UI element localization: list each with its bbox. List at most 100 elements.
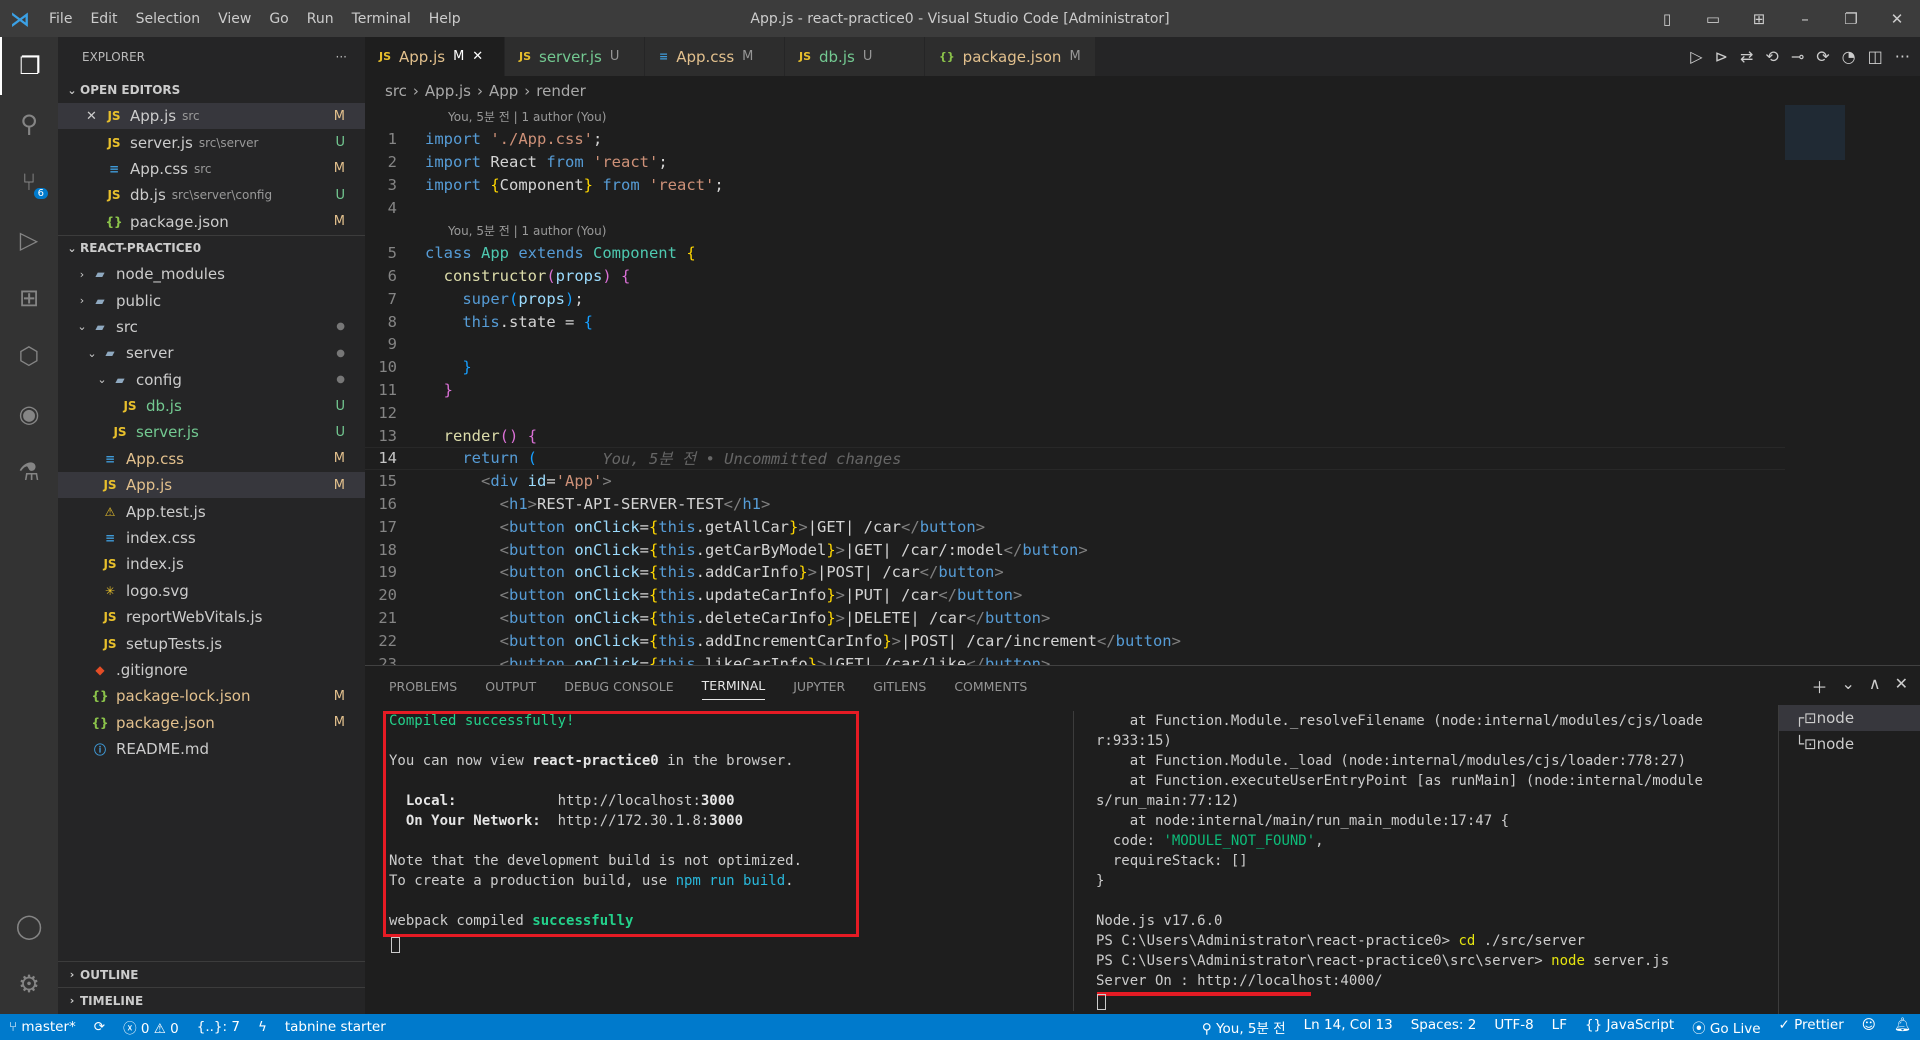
terminal-right[interactable]: at Function.Module._resolveFilename (nod… bbox=[1096, 711, 1703, 991]
file-item[interactable]: JS App.js M bbox=[58, 472, 365, 499]
toggle-sidebar-icon[interactable]: ▯ bbox=[1644, 10, 1690, 28]
open-editors-section[interactable]: ⌄ OPEN EDITORS bbox=[58, 77, 365, 103]
open-editor-item[interactable]: JS db.js src\server\config U bbox=[58, 182, 365, 208]
breadcrumb-item[interactable]: src bbox=[385, 82, 407, 100]
tab-App-js[interactable]: JS App.js M ✕ bbox=[365, 37, 505, 76]
folder-item[interactable]: › ▰ public bbox=[58, 287, 365, 313]
open-editor-item[interactable]: ✕ JS App.js src M bbox=[58, 103, 365, 130]
close-panel-icon[interactable]: ✕ bbox=[1895, 674, 1908, 698]
eol[interactable]: LF bbox=[1543, 1017, 1576, 1037]
split-editor-icon[interactable]: ◫ bbox=[1868, 47, 1883, 66]
close-window-button[interactable]: ✕ bbox=[1874, 10, 1920, 28]
encoding[interactable]: UTF-8 bbox=[1485, 1017, 1542, 1037]
folder-item[interactable]: ⌄ ▰ src ● bbox=[58, 314, 365, 340]
account-icon[interactable]: ◯ bbox=[0, 897, 58, 955]
menu-selection[interactable]: Selection bbox=[127, 11, 210, 27]
timeline-section[interactable]: › TIMELINE bbox=[58, 987, 365, 1013]
tab-server-js[interactable]: JS server.js U bbox=[505, 37, 645, 76]
go-live-button[interactable]: ⦿ Go Live bbox=[1683, 1017, 1769, 1037]
timeline-icon[interactable]: ◔ bbox=[1842, 47, 1856, 66]
extensions-icon[interactable]: ⊞ bbox=[0, 269, 58, 327]
branch-item[interactable]: ⑂ master* bbox=[0, 1019, 85, 1035]
outline-section[interactable]: › OUTLINE bbox=[58, 961, 365, 987]
compare-changes-icon[interactable]: ⇄ bbox=[1740, 47, 1753, 66]
terminal-dropdown-icon[interactable]: ⌄ bbox=[1841, 674, 1854, 698]
feedback-icon[interactable]: ☺ bbox=[1853, 1017, 1885, 1037]
tab-package-json[interactable]: {} package.json M bbox=[925, 37, 1096, 76]
notifications-bell-icon[interactable]: 🔔︎ bbox=[1885, 1017, 1920, 1037]
file-item[interactable]: ≡ App.css M bbox=[58, 446, 365, 472]
file-item[interactable]: JS reportWebVitals.js bbox=[58, 604, 365, 630]
git-previous-icon[interactable]: ⟲ bbox=[1765, 47, 1778, 66]
settings-gear-icon[interactable]: ⚙ bbox=[0, 955, 58, 1013]
restore-button[interactable]: ❐ bbox=[1828, 10, 1874, 28]
search-icon[interactable]: ⚲ bbox=[0, 95, 58, 153]
prettier-item[interactable]: ✓ Prettier bbox=[1770, 1017, 1853, 1037]
breadcrumb-item[interactable]: App.js bbox=[425, 82, 471, 100]
menu-view[interactable]: View bbox=[209, 11, 260, 27]
remote-icon[interactable]: ⬡ bbox=[0, 327, 58, 385]
run-icon[interactable]: ▷ bbox=[1690, 47, 1702, 66]
tab-terminal[interactable]: TERMINAL bbox=[701, 678, 766, 700]
source-control-icon[interactable]: ⑂ 6 bbox=[0, 153, 58, 211]
tab-problems[interactable]: PROBLEMS bbox=[389, 679, 457, 694]
indentation[interactable]: Spaces: 2 bbox=[1402, 1017, 1486, 1037]
file-item[interactable]: {} package-lock.json M bbox=[58, 683, 365, 709]
testing-icon[interactable]: ⚗ bbox=[0, 443, 58, 501]
close-icon[interactable]: ✕ bbox=[86, 109, 104, 124]
file-item[interactable]: ◆ .gitignore bbox=[58, 657, 365, 683]
git-commit-icon[interactable]: ⊸ bbox=[1791, 47, 1804, 66]
gitlens-icon[interactable]: ◉ bbox=[0, 385, 58, 443]
minimap[interactable] bbox=[1785, 105, 1905, 165]
problems-item[interactable]: ⓧ 0 ⚠ 0 bbox=[114, 1017, 188, 1037]
menu-go[interactable]: Go bbox=[260, 11, 297, 27]
tab-jupyter[interactable]: JUPYTER bbox=[793, 679, 845, 694]
file-item[interactable]: JS setupTests.js bbox=[58, 630, 365, 656]
open-editor-item[interactable]: {} package.json M bbox=[58, 209, 365, 235]
open-editor-item[interactable]: ≡ App.css src M bbox=[58, 156, 365, 182]
run-debug-icon[interactable]: ▷ bbox=[0, 211, 58, 269]
codelens-author[interactable]: You, 5분 전 | 1 author (You) bbox=[365, 105, 1785, 128]
file-item[interactable]: ⚠ App.test.js bbox=[58, 498, 365, 524]
file-item[interactable]: ⓘ README.md bbox=[58, 736, 365, 762]
close-tab-icon[interactable]: ✕ bbox=[472, 49, 483, 64]
cursor-position[interactable]: Ln 14, Col 13 bbox=[1295, 1017, 1402, 1037]
menu-file[interactable]: File bbox=[40, 11, 81, 27]
breadcrumb-item[interactable]: render bbox=[536, 82, 586, 100]
file-item[interactable]: {} package.json M bbox=[58, 710, 365, 736]
file-item[interactable]: ✳ logo.svg bbox=[58, 578, 365, 604]
tabnine-item[interactable]: tabnine starter bbox=[276, 1019, 395, 1035]
tab-output[interactable]: OUTPUT bbox=[485, 679, 536, 694]
folder-item[interactable]: › ▰ node_modules bbox=[58, 261, 365, 287]
maximize-panel-icon[interactable]: ∧ bbox=[1869, 674, 1881, 698]
file-item[interactable]: JS db.js U bbox=[58, 393, 365, 419]
folder-item[interactable]: ⌄ ▰ server ● bbox=[58, 340, 365, 366]
lightning-icon[interactable]: ϟ bbox=[249, 1019, 276, 1035]
git-next-icon[interactable]: ⟳ bbox=[1816, 47, 1829, 66]
blame-item[interactable]: ⚲ You, 5분 전 bbox=[1193, 1017, 1295, 1037]
language-mode[interactable]: {} JavaScript bbox=[1576, 1017, 1683, 1037]
file-item[interactable]: ≡ index.css bbox=[58, 525, 365, 551]
breadcrumb-item[interactable]: App bbox=[489, 82, 518, 100]
code-editor[interactable]: You, 5분 전 | 1 author (You) 1 import './App… bbox=[365, 105, 1785, 665]
file-item[interactable]: JS server.js U bbox=[58, 419, 365, 445]
menu-help[interactable]: Help bbox=[420, 11, 470, 27]
run-debug-icon[interactable]: ⊳ bbox=[1715, 47, 1728, 66]
minimize-button[interactable]: – bbox=[1782, 10, 1828, 28]
codelens-author[interactable]: You, 5분 전 | 1 author (You) bbox=[365, 219, 1785, 242]
terminal-instance[interactable]: ┌⊡ node bbox=[1779, 705, 1920, 731]
tab-db-js[interactable]: JS db.js U bbox=[785, 37, 925, 76]
more-icon[interactable]: ··· bbox=[1895, 47, 1910, 66]
menu-terminal[interactable]: Terminal bbox=[343, 11, 420, 27]
menu-run[interactable]: Run bbox=[298, 11, 343, 27]
tab-debug-console[interactable]: DEBUG CONSOLE bbox=[564, 679, 673, 694]
tab-App-css[interactable]: ≡ App.css M bbox=[645, 37, 785, 76]
tab-comments[interactable]: COMMENTS bbox=[954, 679, 1027, 694]
new-terminal-icon[interactable]: ＋ bbox=[1811, 674, 1827, 698]
braces-item[interactable]: {..}: 7 bbox=[188, 1019, 249, 1035]
tab-gitlens[interactable]: GITLENS bbox=[873, 679, 926, 694]
toggle-panel-icon[interactable]: ▭ bbox=[1690, 10, 1736, 28]
file-item[interactable]: JS index.js bbox=[58, 551, 365, 577]
customize-layout-icon[interactable]: ⊞ bbox=[1736, 10, 1782, 28]
terminal-divider[interactable] bbox=[1073, 711, 1074, 1011]
